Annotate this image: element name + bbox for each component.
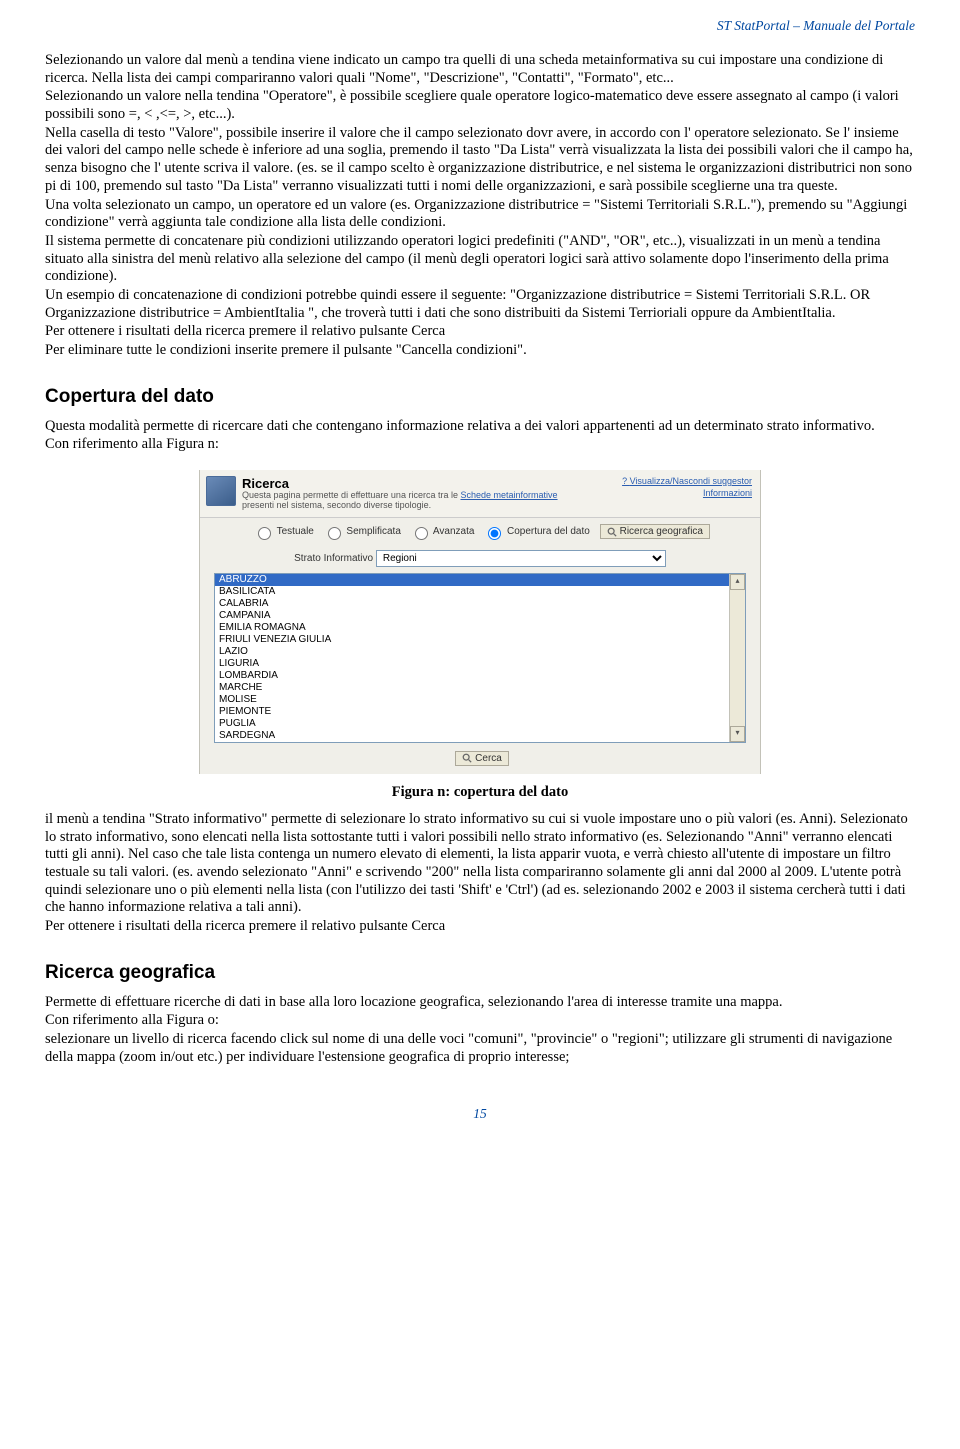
toggle-suggestor-link[interactable]: ? Visualizza/Nascondi suggestor [622, 476, 752, 486]
list-item[interactable]: EMILIA ROMAGNA [215, 622, 745, 634]
paragraph: Permette di effettuare ricerche di dati … [45, 994, 915, 1012]
paragraph: Con riferimento alla Figura o: [45, 1012, 915, 1030]
paragraph: Per eliminare tutte le condizioni inseri… [45, 342, 915, 360]
paragraph: Per ottenere i risultati della ricerca p… [45, 918, 915, 936]
paragraph: Selezionando un valore nella tendina "Op… [45, 88, 915, 123]
section-title-geografica: Ricerca geografica [45, 962, 915, 984]
figure-caption: Figura n: copertura del dato [45, 784, 915, 801]
page-number: 15 [45, 1106, 915, 1122]
panel-title: Ricerca [242, 476, 622, 491]
panel-top-links: ? Visualizza/Nascondi suggestor Informaz… [622, 476, 752, 500]
list-item[interactable]: ABRUZZO [215, 574, 745, 586]
subtitle-text: presenti nel sistema, secondo diverse ti… [242, 500, 431, 510]
panel-subtitle: Questa pagina permette di effettuare una… [242, 491, 582, 511]
paragraph: Il sistema permette di concatenare più c… [45, 233, 915, 286]
list-item[interactable]: FRIULI VENEZIA GIULIA [215, 634, 745, 646]
list-item[interactable]: CALABRIA [215, 598, 745, 610]
paragraph: Questa modalità permette di ricercare da… [45, 418, 915, 436]
radio-semplificata[interactable]: Semplificata [323, 526, 401, 537]
radio-copertura[interactable]: Copertura del dato [483, 526, 590, 537]
list-item[interactable]: PIEMONTE [215, 706, 745, 718]
list-item[interactable]: LIGURIA [215, 658, 745, 670]
subtitle-text: Questa pagina permette di effettuare una… [242, 490, 460, 500]
page-header: ST StatPortal – Manuale del Portale [45, 18, 915, 34]
paragraph: selezionare un livello di ricerca facend… [45, 1031, 915, 1066]
list-item[interactable]: BASILICATA [215, 586, 745, 598]
figure-container: Ricerca Questa pagina permette di effett… [45, 470, 915, 774]
radio-avanzata[interactable]: Avanzata [410, 526, 475, 537]
list-item[interactable]: MARCHE [215, 682, 745, 694]
panel-header: Ricerca Questa pagina permette di effett… [200, 470, 760, 518]
book-icon [206, 476, 236, 506]
values-listbox[interactable]: ABRUZZOBASILICATACALABRIACAMPANIAEMILIA … [214, 573, 746, 743]
paragraph: Selezionando un valore dal menù a tendin… [45, 52, 915, 87]
search-type-row: Testuale Semplificata Avanzata Copertura… [200, 518, 760, 546]
list-item[interactable]: LAZIO [215, 646, 745, 658]
informazioni-link[interactable]: Informazioni [622, 488, 752, 498]
strato-select[interactable]: Regioni [376, 550, 666, 567]
paragraph: Per ottenere i risultati della ricerca p… [45, 323, 915, 341]
cerca-button[interactable]: Cerca [455, 751, 509, 766]
list-item[interactable]: SARDEGNA [215, 730, 745, 742]
paragraph: Con riferimento alla Figura n: [45, 436, 915, 454]
strato-row: Strato Informativo Regioni [200, 546, 760, 573]
paragraph: Una volta selezionato un campo, un opera… [45, 197, 915, 232]
magnifier-icon [607, 527, 617, 537]
paragraph: Nella casella di testo "Valore", possibi… [45, 125, 915, 196]
radio-testuale[interactable]: Testuale [253, 526, 314, 537]
scroll-up-icon[interactable]: ▴ [730, 574, 745, 590]
paragraph: il menù a tendina "Strato informativo" p… [45, 811, 915, 917]
list-item[interactable]: CAMPANIA [215, 610, 745, 622]
section-title-copertura: Copertura del dato [45, 386, 915, 408]
scroll-down-icon[interactable]: ▾ [730, 726, 745, 742]
strato-label: Strato Informativo [294, 553, 373, 564]
paragraph: Un esempio di concatenazione di condizio… [45, 287, 915, 322]
list-item[interactable]: LOMBARDIA [215, 670, 745, 682]
list-item[interactable]: MOLISE [215, 694, 745, 706]
help-icon: ? [622, 476, 630, 486]
list-item[interactable]: PUGLIA [215, 718, 745, 730]
scrollbar[interactable]: ▴ ▾ [729, 574, 745, 742]
magnifier-icon [462, 753, 472, 763]
ricerca-geografica-button[interactable]: Ricerca geografica [600, 524, 710, 539]
ricerca-panel: Ricerca Questa pagina permette di effett… [199, 470, 761, 774]
schede-link[interactable]: Schede metainformative [460, 490, 557, 500]
